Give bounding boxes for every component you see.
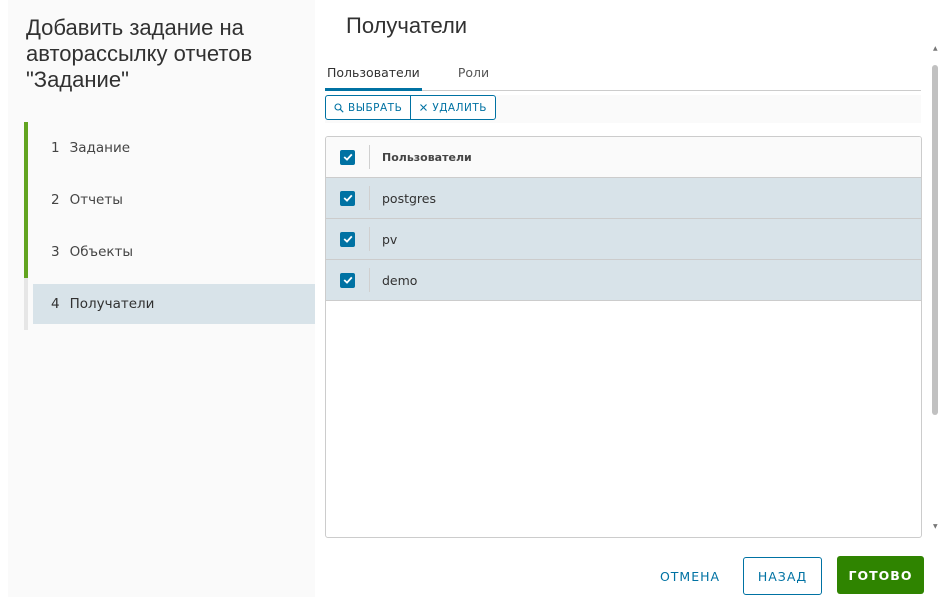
user-name-cell: demo [382, 272, 418, 288]
check-icon [343, 235, 352, 243]
tab-roles[interactable]: Роли [456, 63, 491, 91]
select-button-label: ВЫБРАТЬ [348, 101, 403, 114]
back-button[interactable]: НАЗАД [743, 557, 822, 595]
done-button[interactable]: ГОТОВО [837, 556, 924, 594]
step-reports[interactable]: 2 Отчеты [24, 174, 315, 226]
row-checkbox-cell [326, 268, 370, 292]
step-task[interactable]: 1 Задание [24, 122, 315, 174]
user-name-cell: pv [382, 231, 398, 247]
delete-button[interactable]: УДАЛИТЬ [410, 96, 495, 119]
step-number: 1 [51, 140, 60, 156]
cancel-button[interactable]: ОТМЕНА [650, 557, 730, 595]
user-name-cell: postgres [382, 190, 436, 206]
check-icon [343, 194, 352, 202]
wizard-steps: 1 Задание 2 Отчеты 3 Объекты 4 Получател… [24, 122, 315, 330]
select-all-checkbox[interactable] [340, 149, 355, 165]
select-button[interactable]: ВЫБРАТЬ [326, 96, 410, 119]
scrollbar-thumb[interactable] [932, 65, 938, 415]
scroll-down-arrow-icon[interactable]: ▼ [933, 523, 938, 530]
step-label: Отчеты [69, 192, 123, 208]
step-progress-bar [24, 122, 28, 174]
row-checkbox[interactable] [340, 231, 355, 247]
table-row[interactable]: pv [326, 219, 921, 260]
row-checkbox-cell [326, 227, 370, 251]
step-number: 4 [51, 296, 60, 312]
step-progress-bar [24, 174, 28, 226]
table-row[interactable]: postgres [326, 178, 921, 219]
step-objects[interactable]: 3 Объекты [24, 226, 315, 278]
table-row[interactable]: demo [326, 260, 921, 301]
page-title: Получатели [346, 13, 468, 38]
scroll-up-arrow-icon[interactable]: ▲ [933, 45, 938, 52]
row-checkbox[interactable] [340, 190, 355, 206]
check-icon [343, 276, 352, 284]
content-scrollbar[interactable]: ▲ ▼ [932, 45, 939, 530]
tab-bar: Пользователи Роли [325, 63, 921, 91]
check-icon [343, 153, 352, 161]
step-recipients[interactable]: 4 Получатели [24, 278, 315, 330]
row-checkbox-cell [326, 186, 370, 210]
tab-users[interactable]: Пользователи [325, 63, 422, 91]
row-checkbox[interactable] [340, 272, 355, 288]
close-icon [420, 104, 428, 111]
toolbar-button-group: ВЫБРАТЬ УДАЛИТЬ [325, 95, 496, 120]
header-checkbox-cell [326, 145, 370, 169]
step-number: 2 [51, 192, 60, 208]
search-icon [334, 102, 344, 113]
delete-button-label: УДАЛИТЬ [432, 101, 487, 114]
column-header-users[interactable]: Пользователи [370, 151, 472, 164]
step-label: Получатели [69, 296, 155, 312]
step-label: Задание [69, 140, 131, 156]
step-progress-bar [24, 278, 28, 330]
wizard-sidebar: Добавить задание на авторассылку отчетов… [8, 0, 315, 597]
step-progress-bar [24, 226, 28, 278]
step-number: 3 [51, 244, 60, 260]
grid-header: Пользователи [326, 137, 921, 178]
step-label: Объекты [69, 244, 134, 260]
users-grid: Пользователи postgres pv demo [325, 136, 922, 538]
wizard-title: Добавить задание на авторассылку отчетов… [26, 15, 253, 92]
